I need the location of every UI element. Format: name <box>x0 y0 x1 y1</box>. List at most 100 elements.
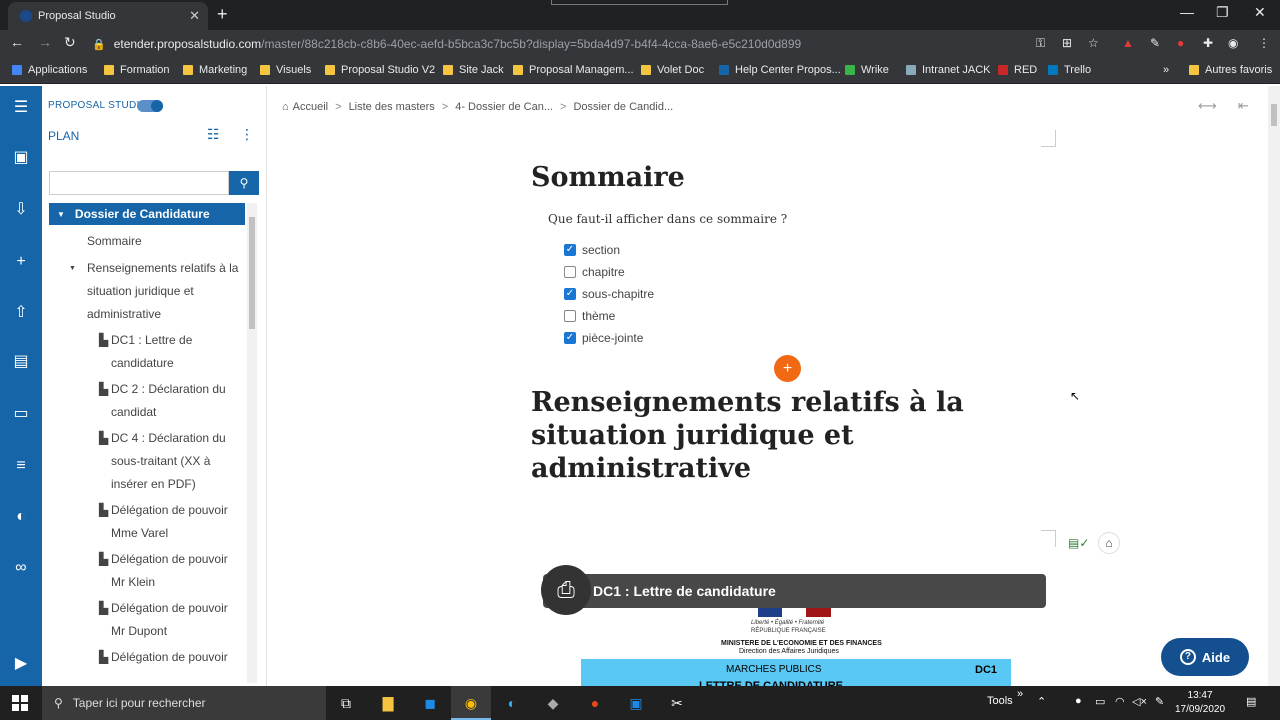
help-button[interactable]: ? Aide <box>1161 638 1249 676</box>
pdf-extension-icon[interactable]: ▲ <box>1122 36 1134 50</box>
checkbox-checked[interactable]: ✓ <box>564 332 576 344</box>
system-clock[interactable]: 13:47 17/09/2020 <box>1175 689 1225 717</box>
checkbox-unchecked[interactable] <box>564 310 576 322</box>
handshake-icon[interactable]: ∞ <box>11 558 31 578</box>
checkbox-checked[interactable]: ✓ <box>564 244 576 256</box>
close-window-button[interactable]: ✕ <box>1254 4 1266 21</box>
checkbox-checked[interactable]: ✓ <box>564 288 576 300</box>
expand-width-icon[interactable]: ⟷ <box>1198 98 1217 114</box>
snipping-tool-icon[interactable]: ✂ <box>657 686 697 720</box>
caret-down-icon[interactable]: ▼ <box>69 257 76 280</box>
tag-icon[interactable]: ⌂ <box>1098 532 1120 554</box>
file-explorer-icon[interactable]: ▇ <box>368 686 408 720</box>
breadcrumb-dossier-can[interactable]: 4- Dossier de Can... <box>455 101 553 113</box>
main-scrollbar[interactable] <box>1268 86 1280 686</box>
brand-toggle[interactable] <box>137 100 163 112</box>
tree-item-delegation[interactable]: ▙ Délégation de pouvoir <box>49 646 245 669</box>
caret-down-icon[interactable]: ▼ <box>57 210 65 219</box>
notification-icon[interactable]: ▤ <box>1246 695 1256 708</box>
record-extension-icon[interactable]: ● <box>1177 36 1184 50</box>
tree-item-dc2[interactable]: ▙ DC 2 : Déclaration du candidat <box>49 378 245 424</box>
play-icon[interactable]: ▶ <box>11 654 31 674</box>
word-icon[interactable]: ▣ <box>616 686 656 720</box>
checkbox-unchecked[interactable] <box>564 266 576 278</box>
tree-item-delegation-varel[interactable]: ▙ Délégation de pouvoir Mme Varel <box>49 499 245 545</box>
list-icon[interactable]: ≡ <box>11 456 31 476</box>
save-icon[interactable]: ▣ <box>11 148 31 168</box>
new-tab-button[interactable]: + <box>217 4 228 25</box>
mic-icon[interactable]: ● <box>1075 695 1082 707</box>
close-tab-icon[interactable]: ✕ <box>189 8 200 24</box>
bookmark-site-jack[interactable]: Site Jack <box>443 64 504 76</box>
bookmarks-overflow-icon[interactable]: » <box>1163 64 1169 76</box>
option-section[interactable]: ✓ section <box>564 243 620 257</box>
bookmark-help-center[interactable]: Help Center Propos... <box>719 64 841 76</box>
back-button[interactable]: ← <box>10 34 24 50</box>
id-card-icon[interactable]: ▭ <box>11 404 31 424</box>
forward-button[interactable]: → <box>38 34 52 50</box>
breadcrumb-accueil[interactable]: Accueil <box>293 101 328 113</box>
taskbar-search-input[interactable]: ⚲ Taper ici pour rechercher <box>42 686 326 720</box>
validated-doc-icon[interactable]: ▤✓ <box>1068 536 1089 550</box>
bookmark-visuels[interactable]: Visuels <box>260 64 311 76</box>
bookmark-proposal-studio-v2[interactable]: Proposal Studio V2 <box>325 64 435 76</box>
tree-item-dc1[interactable]: ▙ DC1 : Lettre de candidature <box>49 329 245 375</box>
powerpoint-icon[interactable]: ● <box>575 686 615 720</box>
hamburger-menu-icon[interactable]: ☰ <box>11 98 31 118</box>
pen-extension-icon[interactable]: ✎ <box>1150 36 1160 50</box>
search-button[interactable]: ⚲ <box>229 171 259 195</box>
bookmark-volet-doc[interactable]: Volet Doc <box>641 64 704 76</box>
edge-icon[interactable]: ◐ <box>492 686 532 720</box>
bookmark-intranet-jack[interactable]: Intranet JACK <box>906 64 990 76</box>
translate-icon[interactable]: ⊞ <box>1062 36 1072 50</box>
wifi-icon[interactable]: ◠ <box>1115 695 1125 708</box>
windows-start-icon[interactable] <box>12 695 28 711</box>
more-options-icon[interactable]: ⋮ <box>240 126 254 143</box>
bookmark-star-icon[interactable]: ☆ <box>1088 36 1099 50</box>
upload-icon[interactable]: ⇧ <box>11 303 31 323</box>
add-icon[interactable]: + <box>11 252 31 272</box>
tree-item-renseignements[interactable]: ▼ Renseignements relatifs à la situation… <box>49 257 245 326</box>
plan-search-input[interactable] <box>49 171 229 195</box>
tree-root-item[interactable]: ▼ Dossier de Candidature <box>49 203 245 225</box>
import-icon[interactable]: ⇩ <box>11 200 31 220</box>
maximize-button[interactable]: ❐ <box>1216 4 1229 21</box>
bookmark-autres-favoris[interactable]: Autres favoris <box>1189 64 1272 76</box>
bookmark-formation[interactable]: Formation <box>104 64 170 76</box>
bookmark-red[interactable]: RED <box>998 64 1037 76</box>
chrome-icon[interactable]: ◉ <box>451 686 491 720</box>
outlook-icon[interactable]: ◼ <box>410 686 450 720</box>
list-view-icon[interactable]: ☷ <box>207 126 220 143</box>
key-icon[interactable]: ⚿ <box>1036 36 1045 51</box>
minimize-button[interactable]: — <box>1180 4 1194 20</box>
breadcrumb-liste-masters[interactable]: Liste des masters <box>349 101 435 113</box>
tree-item-delegation-klein[interactable]: ▙ Délégation de pouvoir Mr Klein <box>49 548 245 594</box>
bookmark-wrike[interactable]: Wrike <box>845 64 889 76</box>
pen-icon[interactable]: ✎ <box>1155 695 1164 708</box>
app-icon[interactable]: ◆ <box>533 686 573 720</box>
url-field[interactable]: 🔒 etender.proposalstudio.com /master/88c… <box>92 33 1112 55</box>
battery-icon[interactable]: ▭ <box>1095 695 1105 708</box>
tree-item-dc4[interactable]: ▙ DC 4 : Déclaration du sous-traitant (X… <box>49 427 245 496</box>
settings-icon[interactable]: ◐ <box>11 507 31 527</box>
menu-dots-icon[interactable]: ⋮ <box>1258 36 1270 50</box>
browser-tab[interactable]: Proposal Studio ✕ <box>8 2 208 30</box>
option-sous-chapitre[interactable]: ✓ sous-chapitre <box>564 287 654 301</box>
bookmark-trello[interactable]: Trello <box>1048 64 1091 76</box>
sidebar-scrollbar[interactable] <box>247 203 257 683</box>
option-piece-jointe[interactable]: ✓ pièce-jointe <box>564 331 643 345</box>
tree-item-delegation-dupont[interactable]: ▙ Délégation de pouvoir Mr Dupont <box>49 597 245 643</box>
tools-overflow-icon[interactable]: » <box>1017 688 1023 700</box>
collapse-panel-icon[interactable]: ⇤ <box>1238 98 1249 114</box>
bookmark-applications[interactable]: Applications <box>12 64 87 76</box>
option-theme[interactable]: thème <box>564 309 615 323</box>
option-chapitre[interactable]: chapitre <box>564 265 625 279</box>
reload-button[interactable]: ↻ <box>64 34 76 51</box>
task-view-icon[interactable]: ⧉ <box>326 686 366 720</box>
volume-icon[interactable]: ◁× <box>1132 695 1147 708</box>
bookmark-proposal-management[interactable]: Proposal Managem... <box>513 64 634 76</box>
tree-item-sommaire[interactable]: Sommaire <box>49 230 245 253</box>
add-block-button[interactable]: + <box>774 355 801 382</box>
tools-label[interactable]: Tools <box>987 695 1013 707</box>
bookmark-marketing[interactable]: Marketing <box>183 64 247 76</box>
